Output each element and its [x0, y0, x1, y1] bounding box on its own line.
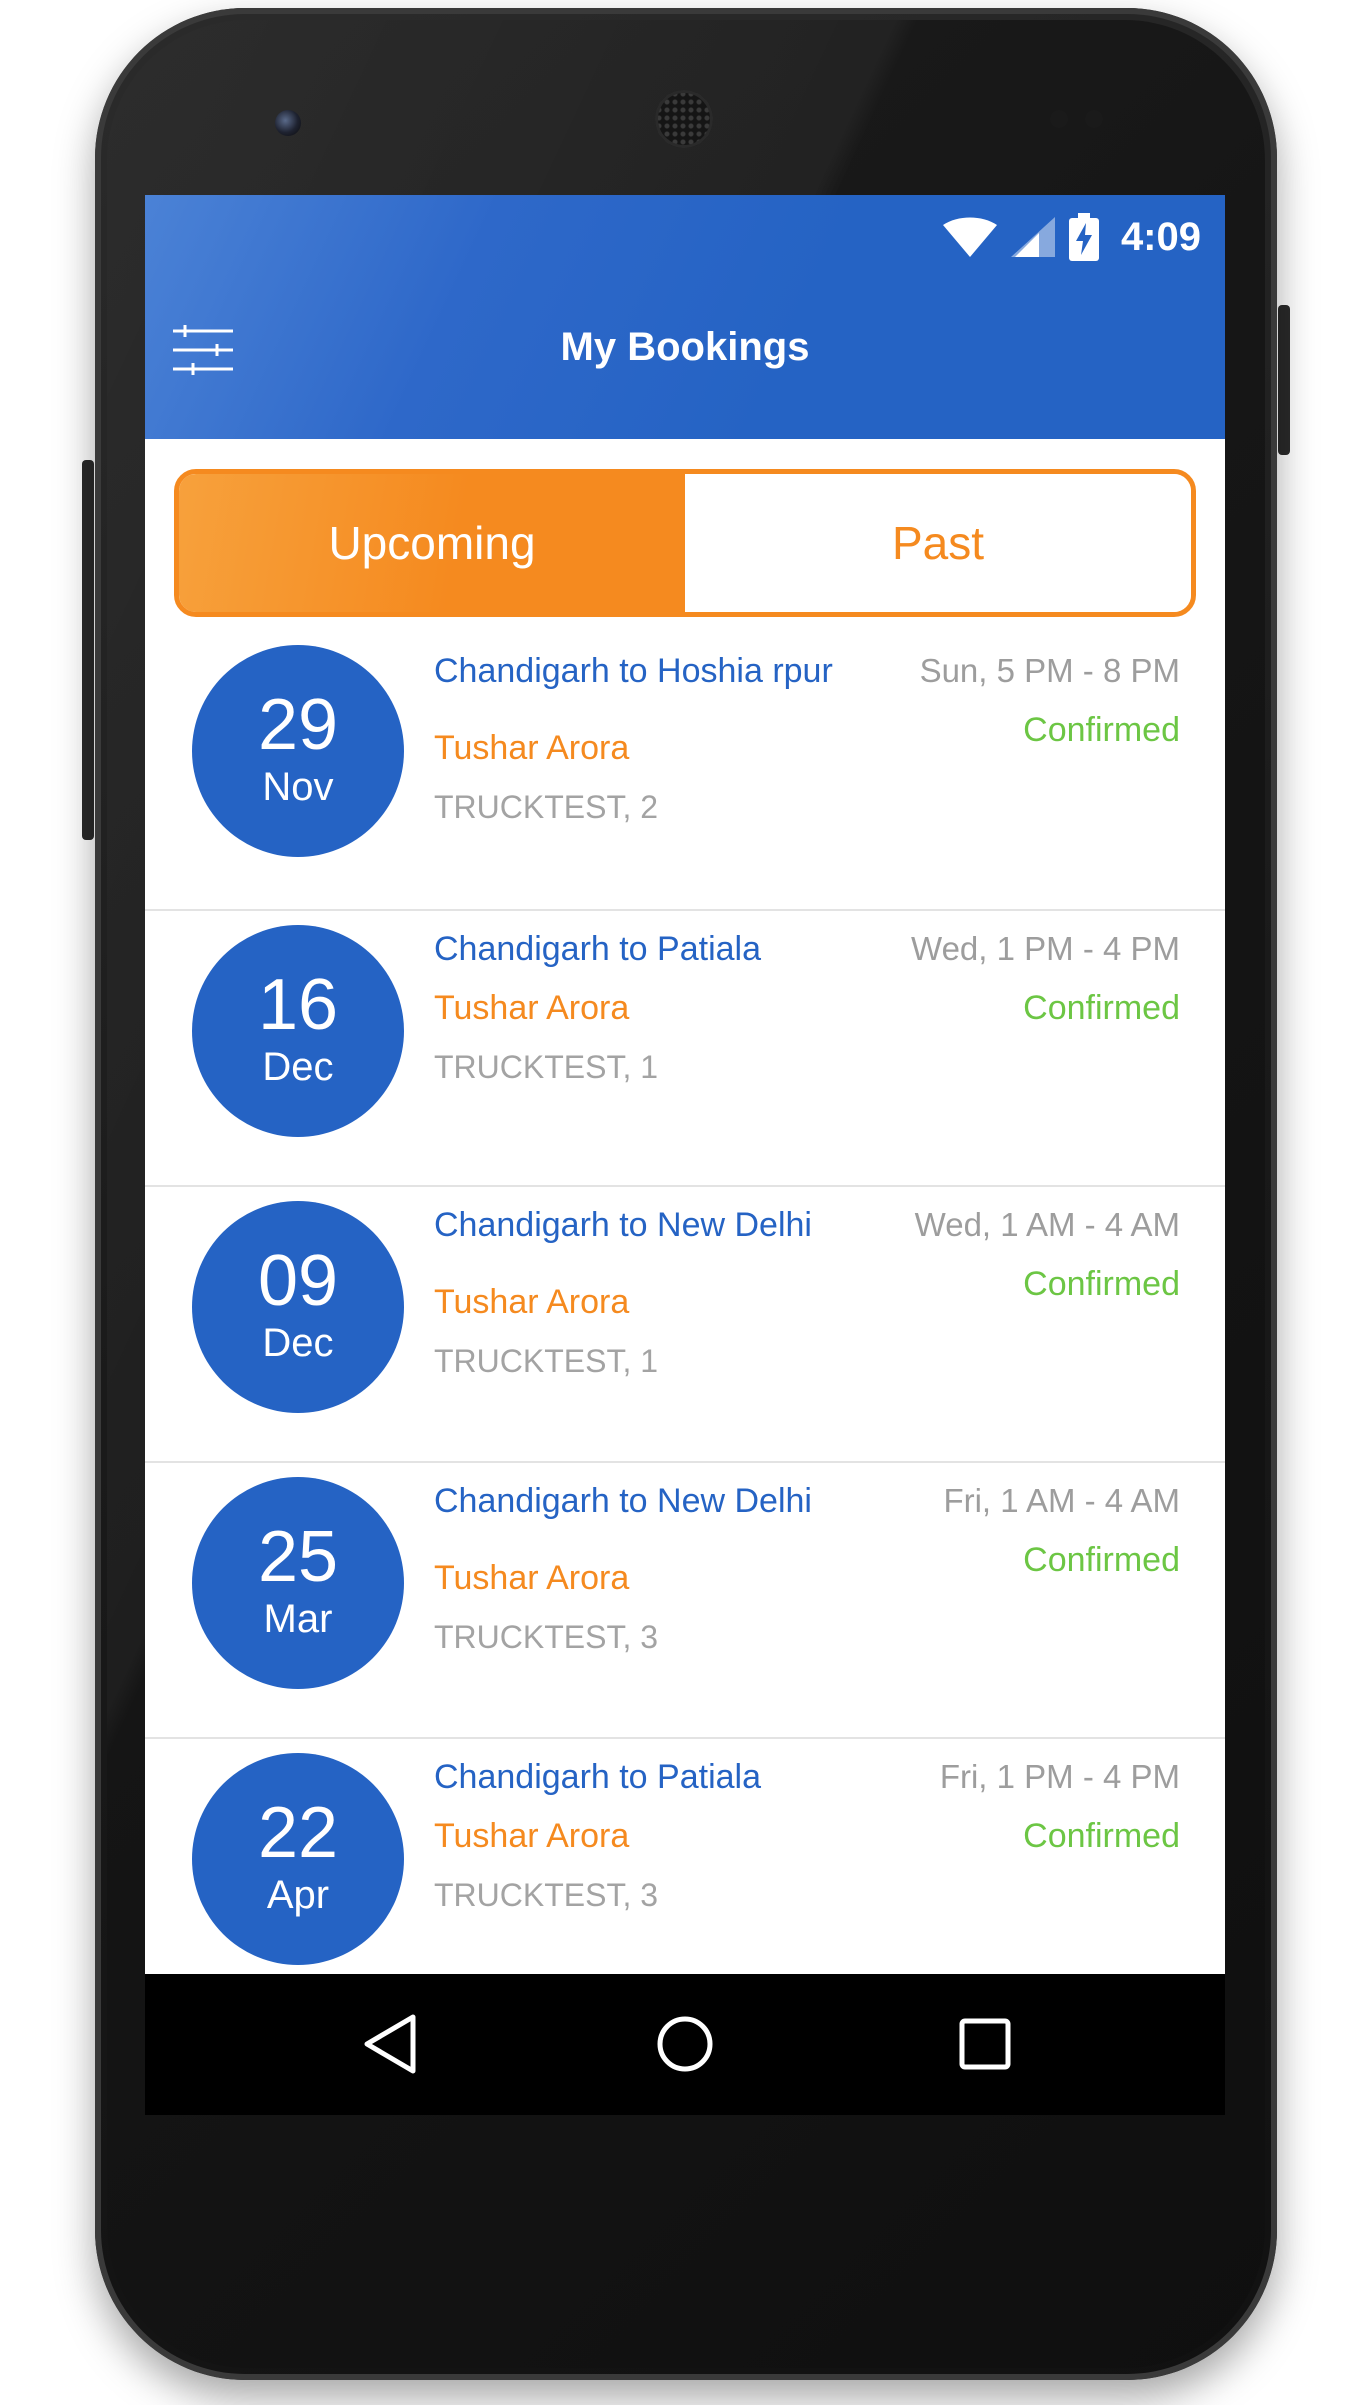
- earpiece-speaker: [655, 90, 713, 148]
- customer-name: Tushar Arora: [434, 989, 630, 1027]
- battery-charging-icon: [1068, 213, 1099, 261]
- booking-row[interactable]: 22 Apr Chandigarh to Patiala Tushar Aror…: [145, 1739, 1225, 2013]
- date-day: 22: [257, 1793, 339, 1873]
- route-text: Chandigarh to Hoshia rpur: [434, 652, 833, 690]
- navigation-bar: [145, 1974, 1225, 2115]
- date-month: Apr: [266, 1873, 330, 1917]
- bookings-list: 29 Nov Chandigarh to Hoshia rpur Tushar …: [145, 635, 1225, 2013]
- date-day: 09: [257, 1241, 339, 1321]
- time-slot: Sun, 5 PM - 8 PM: [919, 652, 1180, 689]
- date-badge: 09 Dec: [192, 1201, 404, 1413]
- proximity-sensor: [1050, 110, 1068, 128]
- truck-info: TRUCKTEST, 1: [434, 1343, 659, 1379]
- status-label: Confirmed: [1023, 1265, 1180, 1303]
- status-label: Confirmed: [1023, 989, 1180, 1027]
- front-camera: [275, 110, 301, 136]
- date-badge: 29 Nov: [192, 645, 404, 857]
- booking-row[interactable]: 25 Mar Chandigarh to New Delhi Tushar Ar…: [145, 1463, 1225, 1739]
- booking-tabs: Upcoming Past: [174, 469, 1196, 617]
- status-label: Confirmed: [1023, 1541, 1180, 1579]
- date-badge: 25 Mar: [192, 1477, 404, 1689]
- screen: 4:09 My Bookings Upcoming Past 29 Nov Ch…: [145, 195, 1225, 2115]
- power-button: [82, 460, 94, 840]
- date-day: 29: [257, 685, 339, 765]
- date-month: Dec: [262, 1045, 334, 1089]
- app-bar: 4:09 My Bookings: [145, 195, 1225, 439]
- customer-name: Tushar Arora: [434, 1283, 630, 1321]
- tab-upcoming[interactable]: Upcoming: [179, 474, 685, 612]
- customer-name: Tushar Arora: [434, 1817, 630, 1855]
- time-slot: Wed, 1 PM - 4 PM: [911, 930, 1180, 967]
- home-icon[interactable]: [650, 2009, 720, 2079]
- truck-info: TRUCKTEST, 3: [434, 1619, 659, 1655]
- time-slot: Wed, 1 AM - 4 AM: [914, 1206, 1180, 1243]
- route-text: Chandigarh to New Delhi: [434, 1482, 812, 1520]
- status-time: 4:09: [1120, 214, 1201, 259]
- route-text: Chandigarh to Patiala: [434, 930, 762, 968]
- page-title: My Bookings: [560, 325, 810, 369]
- date-day: 16: [257, 965, 339, 1045]
- customer-name: Tushar Arora: [434, 729, 630, 767]
- date-month: Dec: [262, 1321, 334, 1365]
- time-slot: Fri, 1 AM - 4 AM: [943, 1482, 1180, 1519]
- route-text: Chandigarh to New Delhi: [434, 1206, 812, 1244]
- recents-icon[interactable]: [950, 2009, 1020, 2079]
- tab-past[interactable]: Past: [685, 474, 1191, 612]
- customer-name: Tushar Arora: [434, 1559, 630, 1597]
- booking-row[interactable]: 29 Nov Chandigarh to Hoshia rpur Tushar …: [145, 635, 1225, 911]
- truck-info: TRUCKTEST, 1: [434, 1049, 659, 1085]
- booking-row[interactable]: 09 Dec Chandigarh to New Delhi Tushar Ar…: [145, 1187, 1225, 1463]
- wifi-icon: [942, 217, 997, 257]
- date-month: Mar: [263, 1597, 333, 1641]
- date-day: 25: [257, 1517, 339, 1597]
- status-bar: 4:09: [942, 207, 1201, 267]
- cell-signal-icon: [1010, 217, 1055, 257]
- volume-button: [1278, 305, 1290, 455]
- time-slot: Fri, 1 PM - 4 PM: [939, 1758, 1180, 1795]
- date-month: Nov: [262, 765, 334, 809]
- truck-info: TRUCKTEST, 2: [434, 789, 659, 825]
- status-label: Confirmed: [1023, 1817, 1180, 1855]
- back-icon[interactable]: [355, 2009, 425, 2079]
- date-badge: 16 Dec: [192, 925, 404, 1137]
- booking-row[interactable]: 16 Dec Chandigarh to Patiala Tushar Aror…: [145, 911, 1225, 1187]
- date-badge: 22 Apr: [192, 1753, 404, 1965]
- light-sensor: [1085, 110, 1103, 128]
- route-text: Chandigarh to Patiala: [434, 1758, 762, 1796]
- truck-info: TRUCKTEST, 3: [434, 1877, 659, 1913]
- status-label: Confirmed: [1023, 711, 1180, 749]
